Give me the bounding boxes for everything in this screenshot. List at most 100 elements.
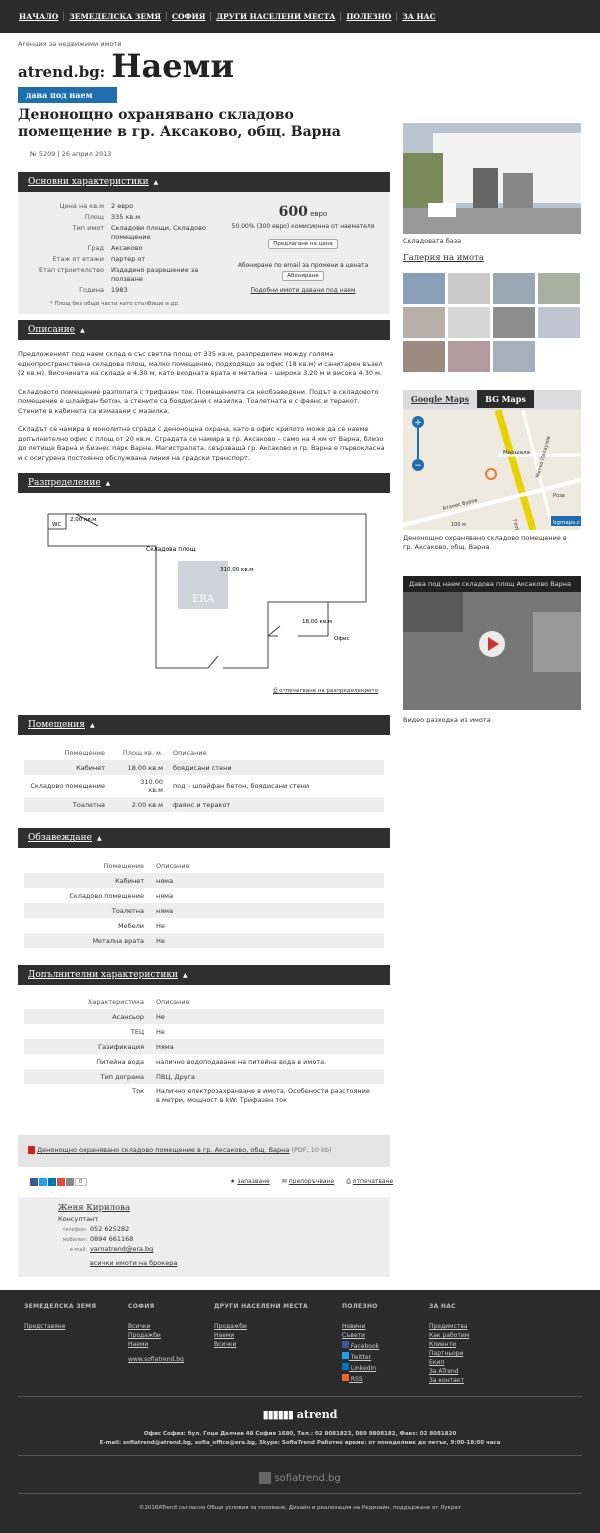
footer-link[interactable]: Клиенти <box>429 1341 469 1348</box>
linkedin-link[interactable]: LinkedIn <box>342 1363 379 1372</box>
cell: Не <box>156 936 165 945</box>
agent-email[interactable]: varnatrend@era.bg <box>90 1244 153 1254</box>
characteristics-box: Цена на кв.м 2 евро Площ 335 кв.м Тип имот… <box>18 192 390 314</box>
nav-other[interactable]: ДРУГИ НАСЕЛЕНИ МЕСТА <box>211 12 342 21</box>
footer-link[interactable]: Представяне <box>24 1323 96 1330</box>
thumb[interactable] <box>493 341 535 372</box>
footer-link[interactable]: Екип <box>429 1359 469 1366</box>
video-player[interactable]: Дава под наем складова площ Аксаково Вар… <box>403 576 581 710</box>
office-area: 18,00 кв.м <box>302 619 332 625</box>
zoom-out-icon[interactable]: − <box>414 461 422 471</box>
footer-link[interactable]: За ATrend <box>429 1368 469 1375</box>
footer-link[interactable]: Наеми <box>214 1332 308 1339</box>
cell: Кабинет <box>115 876 144 885</box>
twitter-icon[interactable] <box>39 1178 47 1186</box>
char-value: Аксаково <box>111 244 143 252</box>
footer-link[interactable]: Всички <box>128 1323 184 1330</box>
cell: няма <box>156 891 174 900</box>
thumb[interactable] <box>538 307 580 338</box>
gplus-icon[interactable] <box>57 1178 65 1186</box>
tab-google-maps[interactable]: Google Maps <box>403 390 477 408</box>
footer-logo-text: atrend <box>296 1408 338 1421</box>
thumb[interactable] <box>403 341 445 372</box>
rss-icon <box>342 1374 349 1381</box>
map[interactable]: + − Маршала Митко Палаузов Атанас Буров … <box>403 410 581 530</box>
footer-logo[interactable]: ▮▮▮▮▮▮ atrend <box>0 1408 600 1421</box>
footer-link[interactable]: Продажби <box>128 1332 184 1339</box>
footer-link[interactable]: Предимства <box>429 1323 469 1330</box>
save-action[interactable]: ★ запазване <box>230 1178 270 1186</box>
section-rooms-title: Помещения <box>28 720 85 730</box>
footer-link[interactable]: Всички <box>214 1341 308 1348</box>
linkedin-icon[interactable] <box>48 1178 56 1186</box>
rooms-table: Помещение Площ кв. м. Описание Кабинет 18.0… <box>24 745 384 812</box>
zoom-in-icon[interactable]: + <box>414 418 422 428</box>
table-row: Метална врата Не <box>24 933 384 948</box>
nav-about[interactable]: ЗА НАС <box>397 12 440 21</box>
thumb[interactable] <box>538 273 580 304</box>
cell: 18.00 кв.м <box>127 763 163 772</box>
offer-price-button[interactable]: Предлагане на цена <box>268 239 338 249</box>
rss-link[interactable]: RSS <box>342 1374 379 1383</box>
thumb[interactable] <box>403 307 445 338</box>
nav-home[interactable]: НАЧАЛО <box>14 12 65 21</box>
section-main-header[interactable]: Основни характеристики ▲ <box>18 172 390 192</box>
nav-useful[interactable]: ПОЛЕЗНО <box>341 12 398 21</box>
thumb[interactable] <box>403 273 445 304</box>
similar-link[interactable]: Подобни имоти давани под наем <box>228 287 378 294</box>
section-layout-header[interactable]: Разпределение ▲ <box>18 473 390 493</box>
footer-link[interactable]: Как работим <box>429 1332 469 1339</box>
subscribe-button[interactable]: Абониране <box>282 271 324 281</box>
cell: Не <box>156 921 165 930</box>
footer-col-title: ЗЕМЕДЕЛСКА ЗЕМЯ <box>24 1303 97 1310</box>
facebook-link[interactable]: Facebook <box>342 1341 379 1350</box>
nav-land[interactable]: ЗЕМЕДЕЛСКА ЗЕМЯ <box>64 12 168 21</box>
section-furn-header[interactable]: Обзавеждане ▲ <box>18 828 390 848</box>
footer-col-sofia: СОФИЯ Всички Продажби Наеми www.sofiatre… <box>128 1303 184 1365</box>
agent-all-listings[interactable]: всички имоти на брокера <box>90 1259 177 1267</box>
cell: Ток <box>132 1087 144 1095</box>
print-action[interactable]: ⎙ отпечатване <box>346 1178 393 1186</box>
section-rooms-header[interactable]: Помещения ▲ <box>18 715 390 735</box>
col-header: Описание <box>156 861 190 870</box>
footer-col-title: СОФИЯ <box>128 1303 155 1310</box>
facebook-icon[interactable] <box>30 1178 38 1186</box>
pdf-link[interactable]: Денонощно охранявано складово помещение … <box>37 1146 289 1154</box>
twitter-link[interactable]: Twitter <box>342 1352 379 1361</box>
thumb[interactable] <box>448 341 490 372</box>
brand-site[interactable]: atrend.bg: <box>18 63 105 81</box>
thumb[interactable] <box>448 307 490 338</box>
thumb[interactable] <box>493 307 535 338</box>
tab-bg-maps[interactable]: BG Maps <box>477 390 534 408</box>
char-key: Етап строителство <box>39 266 104 274</box>
print-plan-link[interactable]: ⎙ отпечатване на разпределението <box>273 688 378 695</box>
footer-link[interactable]: Новини <box>342 1323 379 1330</box>
description: Предложеният под наем склад е със светла… <box>18 350 390 472</box>
section-desc-header[interactable]: Описание ▲ <box>18 320 390 340</box>
footer-link[interactable]: Съвети <box>342 1332 379 1339</box>
thumb[interactable] <box>448 273 490 304</box>
section-layout-title: Разпределение <box>28 478 101 488</box>
recommend-action[interactable]: ✉ препоръчване <box>282 1178 334 1186</box>
page-title: Денонощно охранявано складово помещение … <box>18 107 341 140</box>
video-caption: Видео разходка из имота <box>403 716 491 724</box>
more-icon[interactable] <box>66 1178 74 1186</box>
nav-sofia[interactable]: СОФИЯ <box>167 12 212 21</box>
footer-link[interactable]: Продажби <box>214 1323 308 1330</box>
email-label: e-mail: <box>69 1247 87 1253</box>
gallery-title[interactable]: Галерия на имота <box>403 253 581 263</box>
map-brand: bgmaps.c <box>553 520 580 526</box>
footer-link[interactable]: www.sofiatrend.bg <box>128 1356 184 1363</box>
main-photo[interactable] <box>403 123 581 234</box>
section-extra-header[interactable]: Допълнителни характеристики ▲ <box>18 965 390 985</box>
footer-link[interactable]: Наеми <box>128 1341 184 1348</box>
col-header: Характеристика <box>87 997 144 1006</box>
collapse-icon: ▲ <box>153 179 159 186</box>
sofiatrend-link[interactable]: sofiatrend.bg <box>0 1472 600 1484</box>
thumb[interactable] <box>493 273 535 304</box>
footer-link[interactable]: За контакт <box>429 1377 469 1384</box>
agent-name[interactable]: Женя Кирилова <box>58 1203 130 1213</box>
cell: Налично електрозахранване в имота, Особе… <box>156 1087 370 1104</box>
footer-link[interactable]: Партньори <box>429 1350 469 1357</box>
phone-label: телефон: <box>62 1227 87 1233</box>
